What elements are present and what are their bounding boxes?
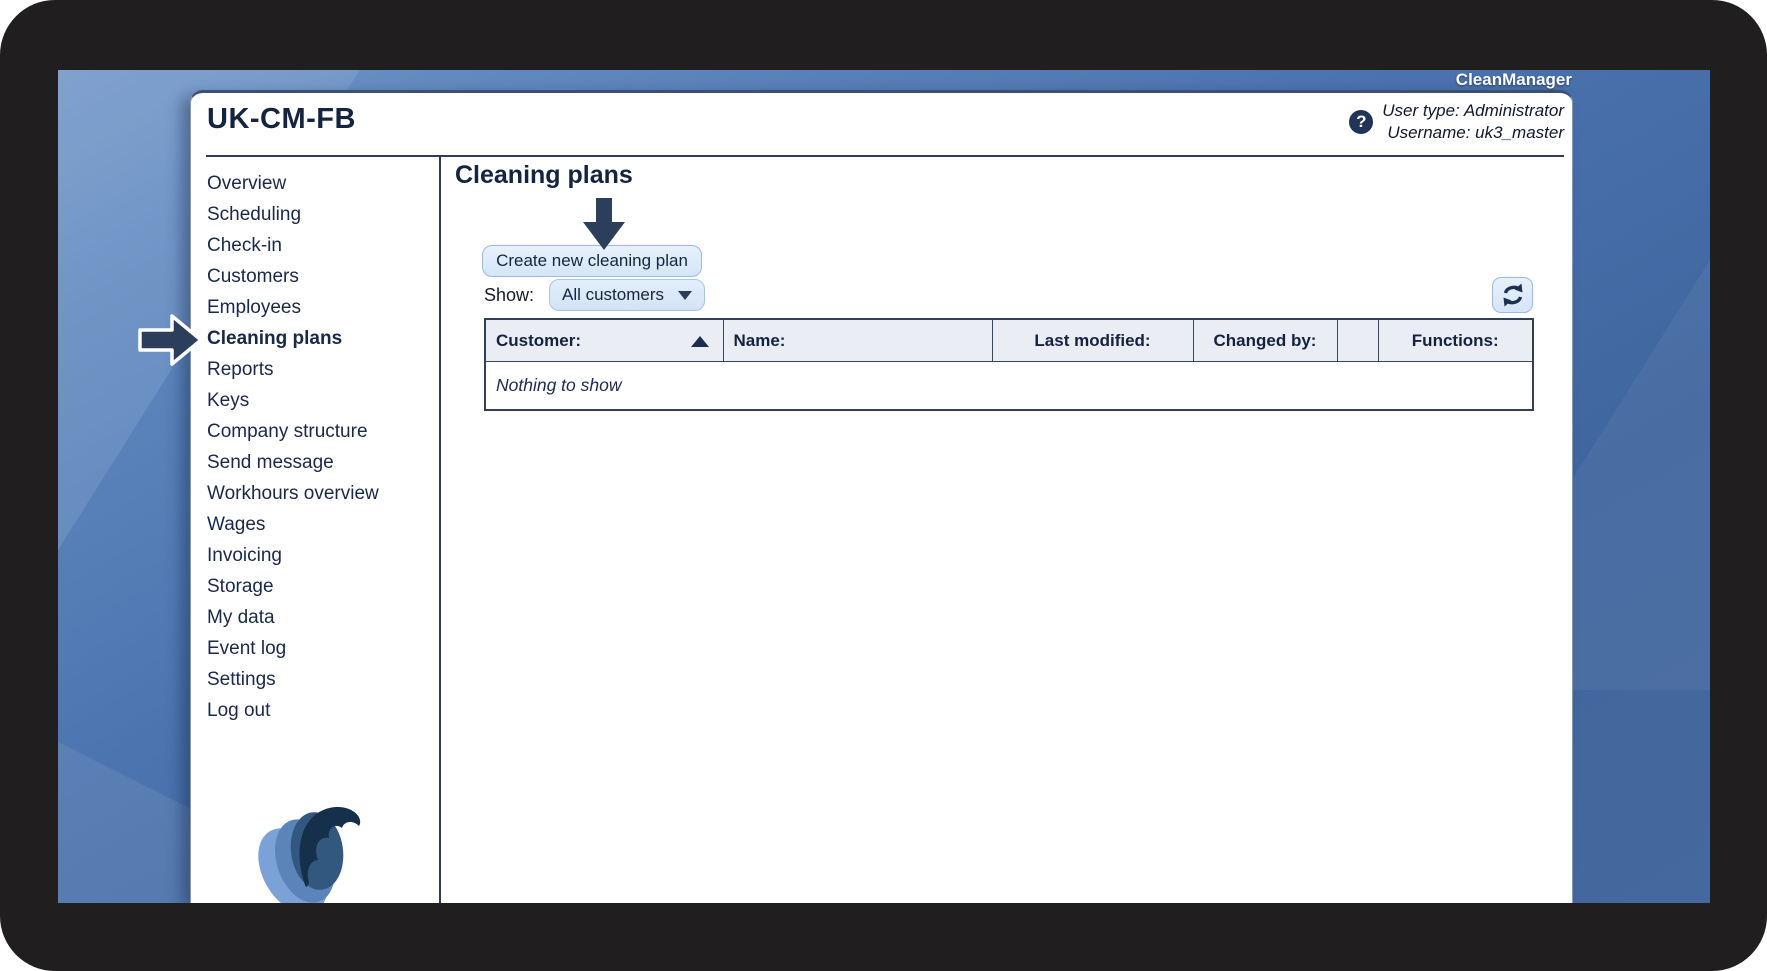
table-header-row: Customer: Name: Last modified: Changed b… — [485, 319, 1533, 362]
sidebar-item-scheduling[interactable]: Scheduling — [191, 199, 439, 230]
sidebar-item-storage[interactable]: Storage — [191, 571, 439, 602]
sidebar-item-send-message[interactable]: Send message — [191, 447, 439, 478]
refresh-icon — [1500, 282, 1526, 308]
sidebar-item-invoicing[interactable]: Invoicing — [191, 540, 439, 571]
help-icon[interactable]: ? — [1349, 110, 1373, 134]
column-header-name[interactable]: Name: — [723, 319, 992, 362]
column-header-functions[interactable]: Functions: — [1378, 319, 1533, 362]
cleaning-plans-table: Customer: Name: Last modified: Changed b… — [484, 318, 1534, 411]
column-header-changed-by[interactable]: Changed by: — [1193, 319, 1337, 362]
user-info: User type: Administrator Username: uk3_m… — [1382, 100, 1564, 144]
desktop-background: CleanManager UK-CM-FB ? User type: Admin… — [58, 70, 1710, 903]
sidebar-item-log-out[interactable]: Log out — [191, 695, 439, 726]
sidebar-item-overview[interactable]: Overview — [191, 168, 439, 199]
sidebar-item-check-in[interactable]: Check-in — [191, 230, 439, 261]
sort-ascending-icon — [691, 336, 709, 347]
monitor-frame: CleanManager UK-CM-FB ? User type: Admin… — [0, 0, 1767, 971]
sidebar-item-company-structure[interactable]: Company structure — [191, 416, 439, 447]
sidebar-item-event-log[interactable]: Event log — [191, 633, 439, 664]
dropdown-arrow-icon — [678, 291, 692, 300]
show-filter-label: Show: — [484, 279, 534, 311]
sidebar-item-my-data[interactable]: My data — [191, 602, 439, 633]
window-title: UK-CM-FB — [207, 103, 356, 136]
sidebar-item-workhours-overview[interactable]: Workhours overview — [191, 478, 439, 509]
page-title: Cleaning plans — [455, 161, 633, 190]
refresh-button[interactable] — [1492, 277, 1533, 313]
username-label: Username: uk3_master — [1382, 122, 1564, 144]
annotation-arrow-down-icon — [582, 198, 626, 251]
table-empty-row: Nothing to show — [485, 362, 1533, 411]
sidebar-item-cleaning-plans[interactable]: Cleaning plans — [191, 323, 439, 354]
app-window: UK-CM-FB ? User type: Administrator User… — [190, 90, 1573, 903]
sidebar-item-wages[interactable]: Wages — [191, 509, 439, 540]
customer-filter-dropdown[interactable]: All customers — [549, 279, 705, 311]
sidebar-item-employees[interactable]: Employees — [191, 292, 439, 323]
annotation-arrow-right-icon — [138, 313, 204, 367]
brand-title: CleanManager — [1456, 70, 1572, 90]
main-content: Cleaning plans Create new cleaning plan … — [443, 157, 1572, 903]
column-header-last-modified[interactable]: Last modified: — [992, 319, 1193, 362]
empty-message: Nothing to show — [485, 362, 1533, 411]
column-header-spacer — [1337, 319, 1378, 362]
cleanmanager-logo — [241, 791, 401, 903]
user-type-label: User type: Administrator — [1382, 100, 1564, 122]
sidebar-item-reports[interactable]: Reports — [191, 354, 439, 385]
column-header-customer[interactable]: Customer: — [485, 319, 723, 362]
customer-filter-value: All customers — [562, 285, 664, 305]
sidebar-item-settings[interactable]: Settings — [191, 664, 439, 695]
sidebar-item-customers[interactable]: Customers — [191, 261, 439, 292]
sidebar-item-keys[interactable]: Keys — [191, 385, 439, 416]
